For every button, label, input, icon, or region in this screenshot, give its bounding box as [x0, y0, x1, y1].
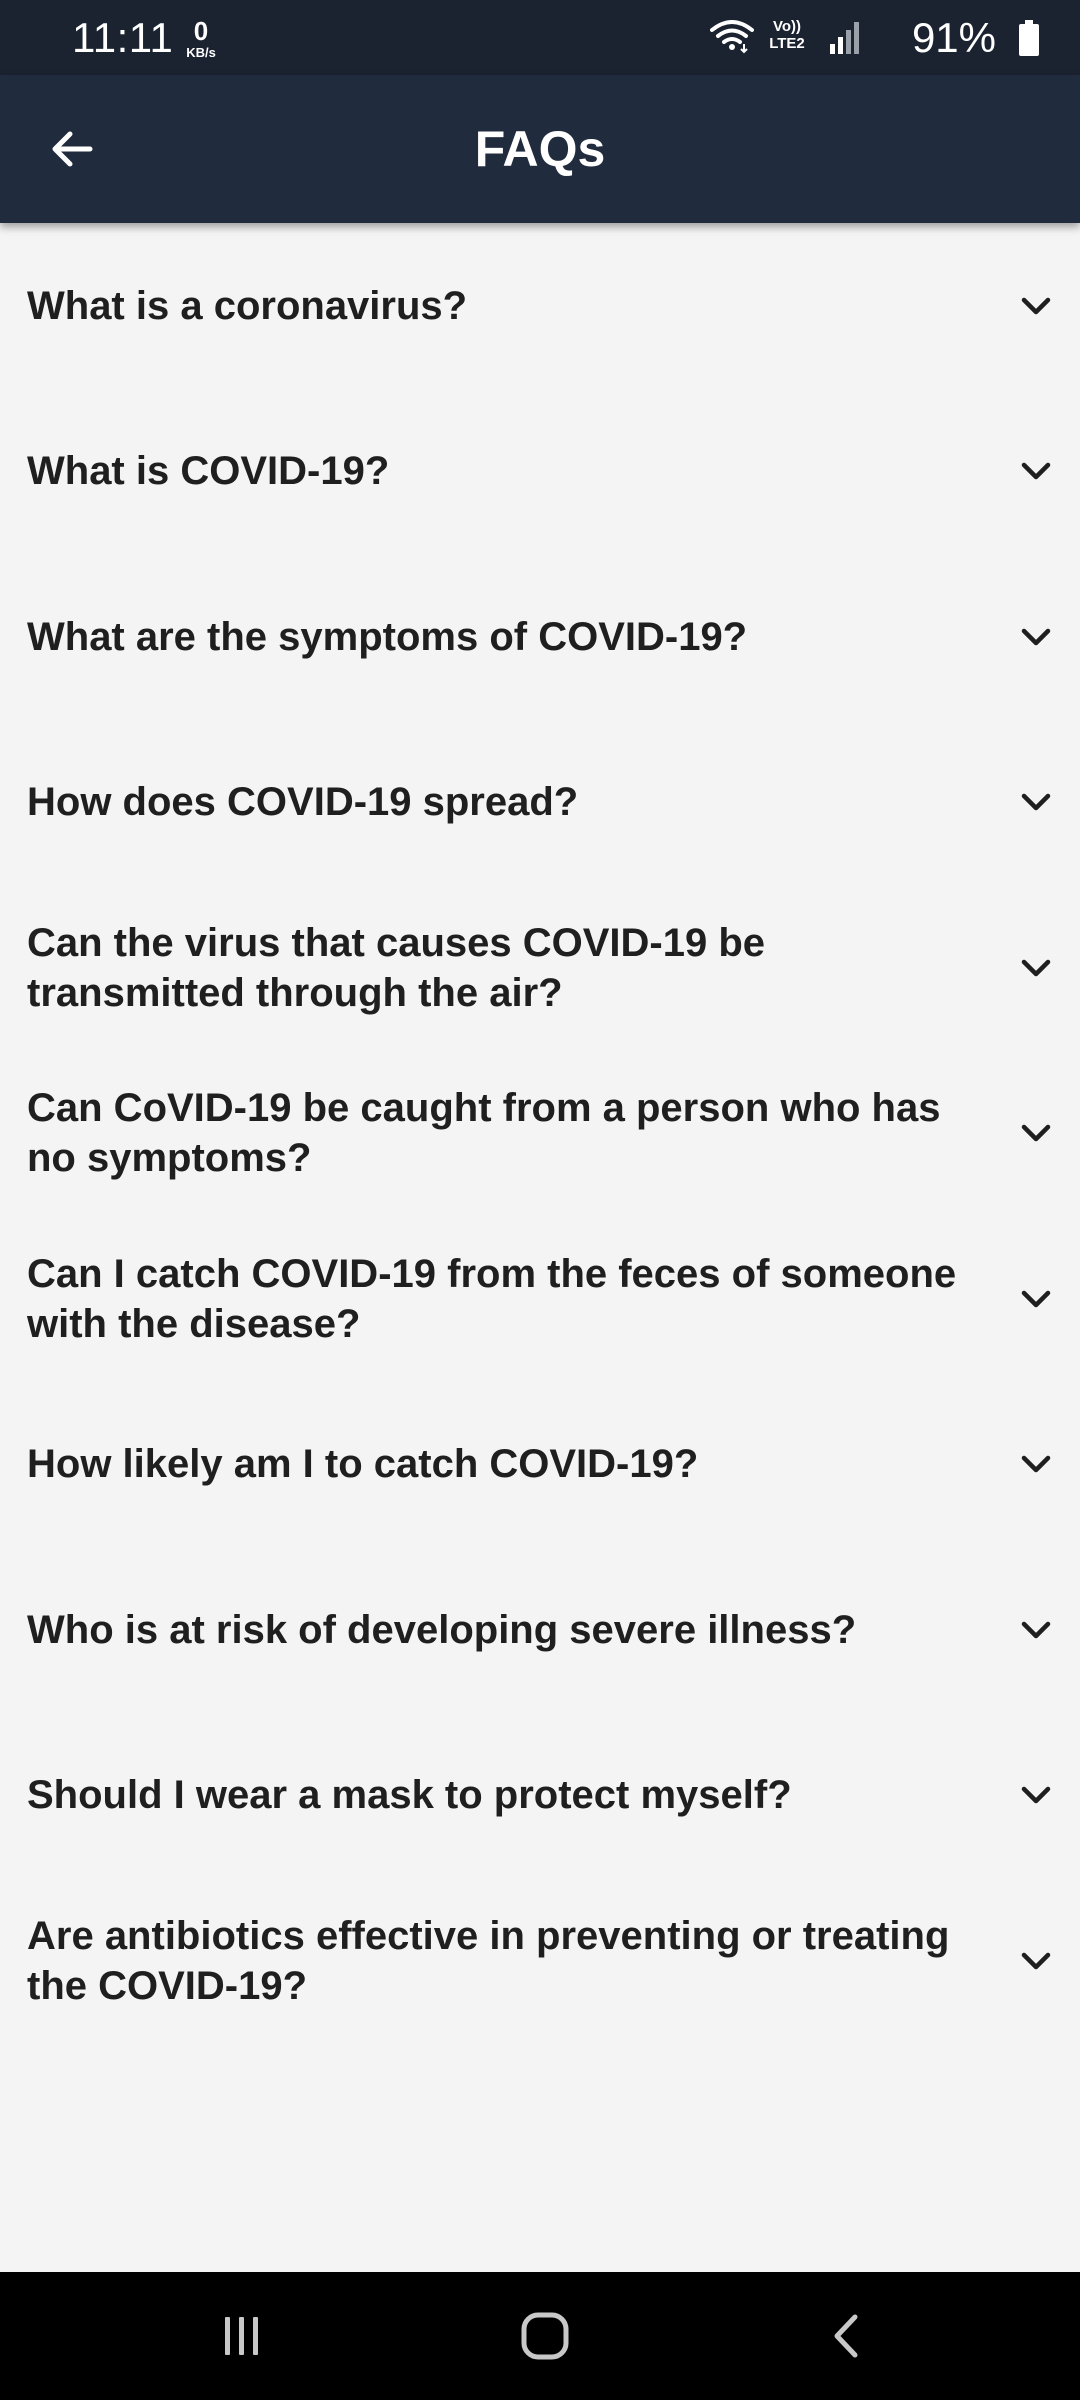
chevron-down-icon[interactable] [1012, 1275, 1060, 1323]
signal-icon [830, 22, 859, 54]
arrow-left-icon [52, 131, 93, 167]
chevron-down-icon[interactable] [1012, 447, 1060, 495]
faq-item[interactable]: How likely am I to catch COVID-19? [0, 1382, 1080, 1548]
wifi-icon [710, 20, 754, 54]
faq-question: Can the virus that causes COVID-19 be tr… [27, 920, 766, 1015]
faq-question: What is a coronavirus? [27, 283, 468, 328]
faq-item[interactable]: What is a coronavirus? [0, 223, 1080, 389]
faq-list: What is a coronavirus? What is COVID-19? W… [0, 223, 1080, 2044]
chevron-down-icon[interactable] [1012, 1937, 1060, 1985]
faq-question: How does COVID-19 spread? [27, 780, 579, 825]
faq-item[interactable]: Who is at risk of developing severe illn… [0, 1547, 1080, 1713]
battery-icon [1019, 20, 1039, 56]
back-icon [834, 2314, 858, 2358]
home-button[interactable] [505, 2296, 585, 2376]
faq-question: How likely am I to catch COVID-19? [27, 1442, 699, 1487]
status-time: 11:11 [72, 14, 174, 61]
battery-percent: 91% [911, 14, 996, 61]
back-button[interactable] [36, 113, 108, 185]
chevron-down-icon[interactable] [1012, 1440, 1060, 1488]
chevron-down-icon[interactable] [1012, 1109, 1060, 1157]
page-title: FAQs [474, 121, 606, 177]
chevron-down-icon[interactable] [1012, 282, 1060, 330]
faq-question: Should I wear a mask to protect myself? [27, 1773, 792, 1818]
chevron-down-icon[interactable] [1012, 1606, 1060, 1654]
volte-icon: Vo)) LTE2 [756, 18, 818, 52]
status-bar: 11:11 0 KB/s Vo)) LTE2 91% [0, 0, 1080, 75]
faq-question: Can I catch COVID-19 from the feces of s… [27, 1251, 957, 1346]
faq-item[interactable]: Should I wear a mask to protect myself? [0, 1713, 1080, 1879]
faq-question: What is COVID-19? [27, 449, 390, 494]
faq-question: Who is at risk of developing severe illn… [27, 1607, 857, 1652]
home-icon [521, 2312, 569, 2360]
network-speed-unit: KB/s [186, 45, 216, 60]
chevron-down-icon[interactable] [1012, 778, 1060, 826]
volte-bottom-label: LTE2 [769, 35, 805, 52]
recents-icon [225, 2317, 258, 2355]
faq-item[interactable]: Can CoVID-19 be caught from a person who… [0, 1051, 1080, 1217]
network-speed-value: 0 [193, 16, 209, 46]
faq-item[interactable]: Can I catch COVID-19 from the feces of s… [0, 1216, 1080, 1382]
system-back-button[interactable] [808, 2296, 888, 2376]
app-bar: FAQs [0, 75, 1080, 223]
faq-question: What are the symptoms of COVID-19? [27, 614, 748, 659]
chevron-down-icon[interactable] [1012, 1771, 1060, 1819]
chevron-down-icon[interactable] [1012, 944, 1060, 992]
faq-question: Are antibiotics effective in preventing … [27, 1913, 950, 2008]
faq-item[interactable]: Can the virus that causes COVID-19 be tr… [0, 885, 1080, 1051]
faq-item[interactable]: What is COVID-19? [0, 389, 1080, 555]
recents-button[interactable] [202, 2296, 282, 2376]
network-speed: 0 KB/s [176, 18, 226, 59]
faq-item[interactable]: How does COVID-19 spread? [0, 720, 1080, 886]
volte-top-label: Vo)) [772, 18, 802, 35]
navigation-bar [0, 2272, 1080, 2400]
faq-item[interactable]: What are the symptoms of COVID-19? [0, 554, 1080, 720]
faq-question: Can CoVID-19 be caught from a person who… [27, 1086, 941, 1181]
faq-item[interactable]: Are antibiotics effective in preventing … [0, 1878, 1080, 2044]
chevron-down-icon[interactable] [1012, 613, 1060, 661]
